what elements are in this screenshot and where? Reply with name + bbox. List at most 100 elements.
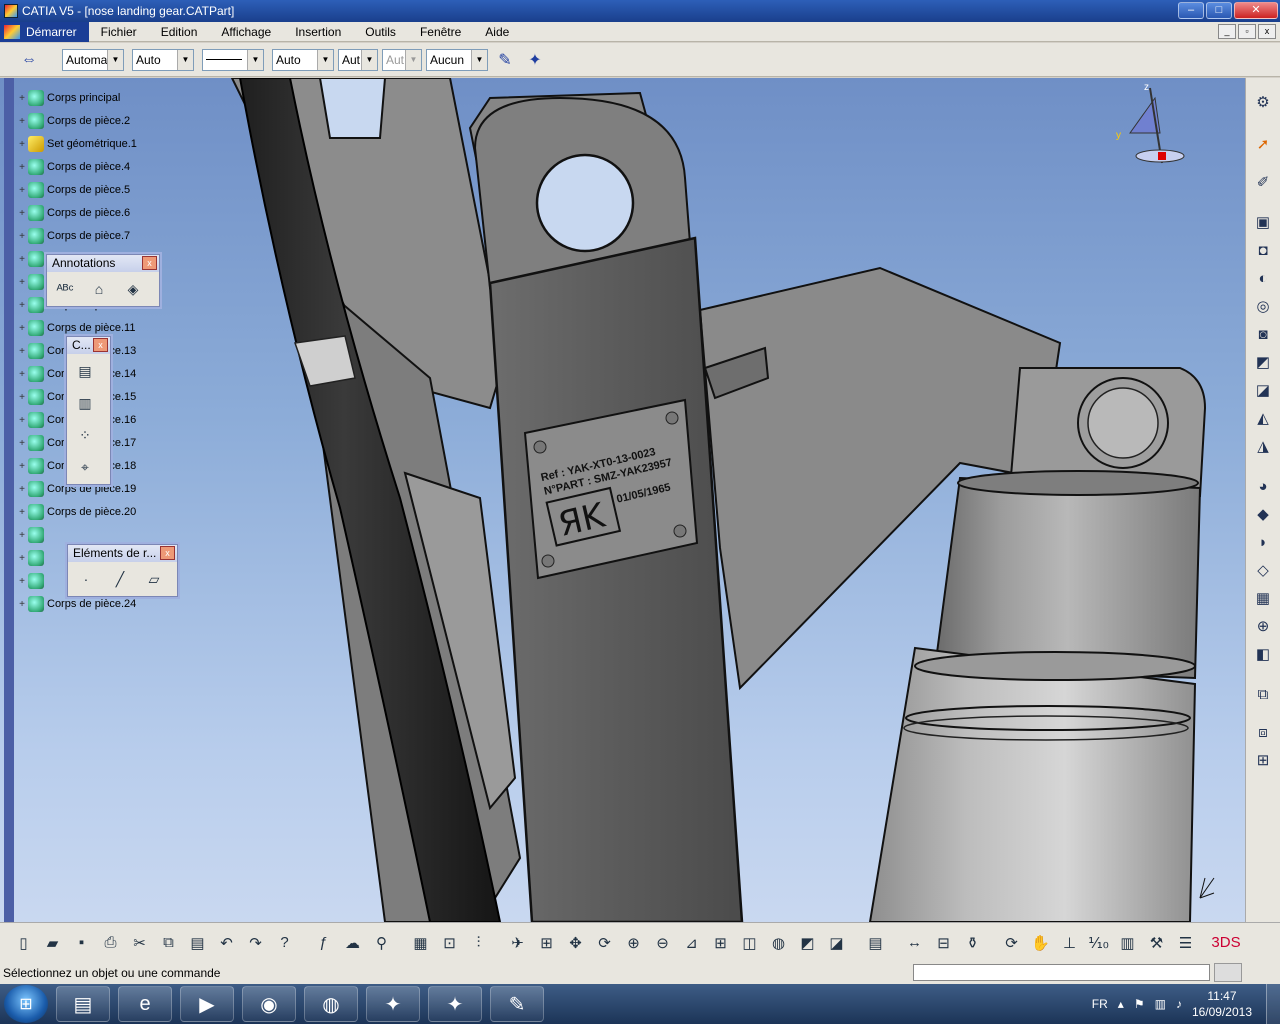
constraints-close-button[interactable]: x: [93, 338, 108, 352]
tree-expand-icon[interactable]: +: [16, 576, 28, 587]
tree-item[interactable]: + Corps de pièce.4: [16, 157, 130, 177]
analysis-icon[interactable]: ▥: [1114, 930, 1141, 956]
draft-icon[interactable]: ◗: [1250, 530, 1276, 554]
light-icon[interactable]: ⚲: [368, 930, 395, 956]
groove-icon[interactable]: ◙: [1250, 322, 1276, 346]
tree-item[interactable]: + Corps de pièce.7: [16, 226, 130, 246]
tree-expand-icon[interactable]: +: [16, 139, 28, 150]
tree-expand-icon[interactable]: +: [16, 484, 28, 495]
tree-expand-icon[interactable]: +: [16, 507, 28, 518]
app-orange-icon[interactable]: ◍: [304, 986, 358, 1022]
measure-item-icon[interactable]: ⊟: [930, 930, 957, 956]
repair-icon[interactable]: ⚒: [1143, 930, 1170, 956]
thickness-icon[interactable]: ▦: [1250, 586, 1276, 610]
rib-icon[interactable]: ◩: [1250, 350, 1276, 374]
shading-icon[interactable]: ◍: [765, 930, 792, 956]
catia-task-2-icon[interactable]: ✦: [428, 986, 482, 1022]
thread-icon[interactable]: ⊕: [1250, 614, 1276, 638]
tree-expand-icon[interactable]: +: [16, 277, 28, 288]
tree-expand-icon[interactable]: +: [16, 369, 28, 380]
update-icon[interactable]: ⟳: [998, 930, 1025, 956]
text-with-leader-icon[interactable]: ᴬᴮᶜ: [51, 276, 79, 302]
doc-restore-button[interactable]: ▫: [1238, 24, 1256, 39]
table-icon[interactable]: ▦: [407, 930, 434, 956]
paste-icon[interactable]: ▤: [184, 930, 211, 956]
multi-section-icon[interactable]: ◮: [1250, 434, 1276, 458]
doc-close-button[interactable]: x: [1258, 24, 1276, 39]
redo-icon[interactable]: ↷: [242, 930, 269, 956]
power-input-field[interactable]: [913, 964, 1210, 981]
action-center-icon[interactable]: ⚑: [1134, 997, 1145, 1011]
tree-expand-icon[interactable]: +: [16, 346, 28, 357]
show-desktop-button[interactable]: [1266, 984, 1280, 1024]
rotate-icon[interactable]: ⟳: [591, 930, 618, 956]
tree-expand-icon[interactable]: +: [16, 300, 28, 311]
file-explorer-icon[interactable]: ▤: [56, 986, 110, 1022]
whats-this-icon[interactable]: ?: [271, 930, 298, 956]
tree-item[interactable]: + Corps de pièce.2: [16, 111, 130, 131]
anchor-icon[interactable]: ⌖: [71, 454, 99, 480]
chamfer-icon[interactable]: ◆: [1250, 502, 1276, 526]
tree-expand-icon[interactable]: +: [16, 93, 28, 104]
point-symbol-combo[interactable]: Aut ▼: [338, 48, 378, 71]
formula-icon[interactable]: ƒ: [310, 930, 337, 956]
hole-icon[interactable]: ◎: [1250, 294, 1276, 318]
menu-demarrer[interactable]: Démarrer: [0, 21, 89, 42]
tree-expand-icon[interactable]: +: [16, 461, 28, 472]
menu-edition[interactable]: Edition: [149, 22, 210, 42]
internet-explorer-icon[interactable]: e: [118, 986, 172, 1022]
transparency-combo[interactable]: Auto ▼: [132, 48, 194, 71]
media-player-icon[interactable]: ▶: [180, 986, 234, 1022]
list-icon[interactable]: ☰: [1172, 930, 1199, 956]
select-cursor-icon[interactable]: ➚: [1250, 132, 1276, 156]
menu-aide[interactable]: Aide: [473, 22, 521, 42]
clock[interactable]: 11:47 16/09/2013: [1192, 988, 1252, 1020]
tree-expand-icon[interactable]: +: [16, 162, 28, 173]
stiffener-icon[interactable]: ◭: [1250, 406, 1276, 430]
tree-item[interactable]: + Corps de pièce.11: [16, 318, 135, 338]
tree-expand-icon[interactable]: +: [16, 553, 28, 564]
windows-start-button[interactable]: ⊞: [4, 985, 48, 1023]
selection-icon[interactable]: ⇔: [14, 48, 44, 72]
cut-icon[interactable]: ✂: [126, 930, 153, 956]
axis-system-icon[interactable]: ⊥: [1056, 930, 1083, 956]
transformation-icon[interactable]: ⧉: [1250, 682, 1276, 706]
tree-expand-icon[interactable]: +: [16, 116, 28, 127]
paint-icon[interactable]: ✎: [490, 986, 544, 1022]
annotations-close-button[interactable]: x: [142, 256, 157, 270]
save-icon[interactable]: ▪: [68, 930, 95, 956]
measure-inertia-icon[interactable]: ⚱: [959, 930, 986, 956]
scale-icon[interactable]: ⅒: [1085, 930, 1112, 956]
linetype-combo[interactable]: ▼: [202, 48, 264, 71]
shell-icon[interactable]: ◇: [1250, 558, 1276, 582]
power-input-button[interactable]: [1214, 963, 1242, 982]
slot-icon[interactable]: ◪: [1250, 378, 1276, 402]
tree-item[interactable]: +: [16, 249, 47, 269]
point-icon[interactable]: ·: [72, 566, 100, 592]
gear-icon[interactable]: ⚙: [1250, 90, 1276, 114]
swap-visible-space-icon[interactable]: ◪: [823, 930, 850, 956]
tree-item[interactable]: + Corps de pièce.5: [16, 180, 130, 200]
edge-fillet-icon[interactable]: ◕: [1250, 474, 1276, 498]
menu-affichage[interactable]: Affichage: [209, 22, 283, 42]
menu-fichier[interactable]: Fichier: [89, 22, 149, 42]
landing-gear-model[interactable]: Ref : YAK-XT0-13-0023 N°PART : SMZ-YAK23…: [0, 78, 1245, 922]
iso-view-icon[interactable]: ◫: [736, 930, 763, 956]
print-icon[interactable]: ⎙: [97, 930, 124, 956]
layer-combo[interactable]: Aucun ▼: [426, 48, 488, 71]
boolean-icon[interactable]: ⧈: [1250, 720, 1276, 744]
graphic-properties-wizard-icon[interactable]: ✦: [522, 48, 548, 72]
network-icon[interactable]: ▥: [1155, 997, 1166, 1011]
pocket-icon[interactable]: ◘: [1250, 238, 1276, 262]
tree-expand-icon[interactable]: +: [16, 438, 28, 449]
menu-insertion[interactable]: Insertion: [283, 22, 353, 42]
tree-item[interactable]: +: [16, 525, 47, 545]
flag-note-icon[interactable]: ⌂: [85, 276, 113, 302]
painter-icon[interactable]: ✎: [492, 48, 518, 72]
catalog-icon[interactable]: ▤: [862, 930, 889, 956]
pad-icon[interactable]: ▣: [1250, 210, 1276, 234]
copy-icon[interactable]: ⧉: [155, 930, 182, 956]
tree-expand-icon[interactable]: +: [16, 599, 28, 610]
manipulation-icon[interactable]: ✋: [1027, 930, 1054, 956]
reference-elements-close-button[interactable]: x: [160, 546, 175, 560]
